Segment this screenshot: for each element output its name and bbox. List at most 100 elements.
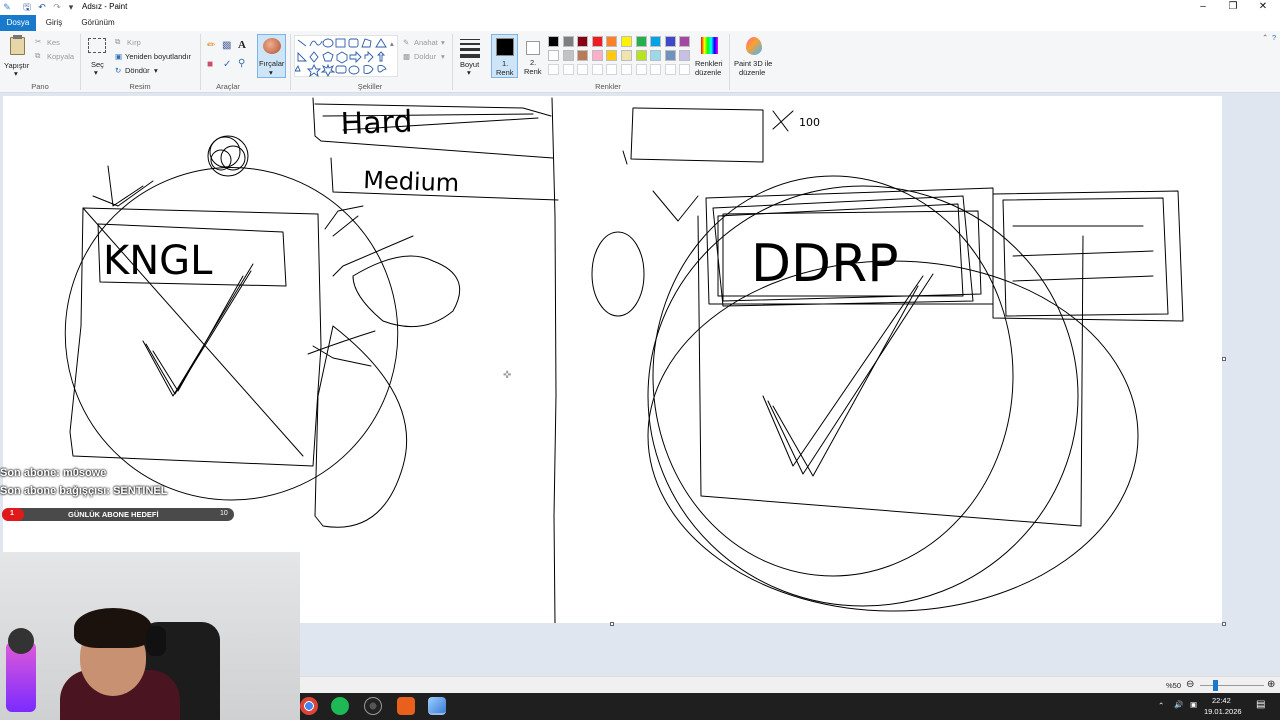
paint3d-button[interactable]: Paint 3D ile düzenle bbox=[732, 35, 776, 79]
fill-bucket-icon[interactable]: ▩ bbox=[222, 40, 231, 51]
text-icon[interactable]: A bbox=[238, 39, 246, 51]
volume-icon[interactable]: 🔊 bbox=[1174, 700, 1183, 709]
palette-swatch-row2-3[interactable] bbox=[577, 50, 589, 61]
palette-swatch-row2-5[interactable] bbox=[606, 50, 618, 61]
palette-swatch-row1-1[interactable] bbox=[548, 36, 559, 47]
palette-swatch-custom-10[interactable] bbox=[679, 64, 691, 75]
ribbon: Yapıştır ▾ ✂ Kes ⧉ Kopyala Pano Seç ▾ ⧉ … bbox=[0, 31, 1280, 93]
cut-button[interactable]: Kes bbox=[47, 38, 60, 47]
group-label-sekiller: Şekiller bbox=[357, 82, 383, 91]
palette-swatch-custom-3[interactable] bbox=[577, 64, 589, 75]
canvas-resize-handle-corner[interactable] bbox=[1222, 622, 1226, 626]
eraser-icon[interactable]: ■ bbox=[207, 59, 213, 70]
canvas-resize-handle-bottom[interactable] bbox=[610, 622, 614, 626]
tab-file[interactable]: Dosya bbox=[0, 15, 36, 31]
palette-swatch-row2-2[interactable] bbox=[562, 50, 574, 61]
zoom-slider[interactable] bbox=[1200, 685, 1264, 686]
zoom-out-icon[interactable]: ⊖ bbox=[1186, 679, 1194, 690]
palette-swatch-row2-1[interactable] bbox=[548, 50, 559, 61]
palette-swatch-row1-10[interactable] bbox=[679, 36, 691, 47]
palette-swatch-row2-7[interactable] bbox=[635, 50, 647, 61]
webcam-overlay bbox=[0, 552, 300, 720]
rotate-button[interactable]: Döndür bbox=[125, 66, 150, 75]
color1-button[interactable]: 1. Renk bbox=[491, 34, 518, 78]
crop-button[interactable]: Kırp bbox=[127, 38, 141, 47]
network-icon[interactable]: ▣ bbox=[1190, 700, 1197, 709]
palette-swatch-custom-2[interactable] bbox=[562, 64, 574, 75]
group-separator bbox=[200, 34, 201, 90]
palette-swatch-row2-9[interactable] bbox=[664, 50, 676, 61]
select-rectangle-icon bbox=[88, 38, 106, 53]
canvas-resize-handle-right[interactable] bbox=[1222, 357, 1226, 361]
palette-swatch-row2-10[interactable] bbox=[679, 50, 691, 61]
palette-swatch-custom-6[interactable] bbox=[621, 64, 632, 75]
palette-swatch-row1-5[interactable] bbox=[606, 36, 618, 47]
chrome-icon[interactable] bbox=[300, 697, 318, 715]
paint-taskbar-icon[interactable] bbox=[428, 697, 446, 715]
color2-label: Renk bbox=[524, 67, 542, 76]
clock-time[interactable]: 22:42 bbox=[1212, 696, 1231, 705]
tab-view[interactable]: Görünüm bbox=[74, 15, 122, 31]
copy-button[interactable]: Kopyala bbox=[47, 52, 74, 61]
edit-colors-label-b: düzenle bbox=[695, 68, 722, 77]
size-button[interactable]: Boyut ▾ bbox=[456, 35, 484, 79]
shapes-scroll-icon[interactable]: ▴ bbox=[390, 39, 394, 48]
canvas-text-ddrp: DDRP bbox=[751, 234, 899, 294]
palette-swatch-row2-6[interactable] bbox=[621, 50, 632, 61]
palette-swatch-custom-4[interactable] bbox=[591, 64, 603, 75]
tab-home[interactable]: Giriş bbox=[38, 15, 70, 31]
clock-date[interactable]: 19.01.2026 bbox=[1204, 707, 1242, 716]
obs-icon[interactable] bbox=[364, 697, 382, 715]
palette-swatch-custom-5[interactable] bbox=[606, 64, 618, 75]
fill-button[interactable]: Doldur bbox=[414, 52, 436, 61]
palette-swatch-row2-4[interactable] bbox=[591, 50, 603, 61]
group-label-resim: Resim bbox=[129, 82, 151, 91]
copy-icon: ⧉ bbox=[35, 51, 41, 60]
undo-icon[interactable]: ↶ bbox=[37, 2, 47, 12]
app-orange-icon[interactable] bbox=[397, 697, 415, 715]
brushes-label: Fırçalar bbox=[259, 59, 285, 68]
maximize-button[interactable]: ❐ bbox=[1218, 0, 1248, 14]
tray-chevron-icon[interactable]: ⌃ bbox=[1158, 701, 1164, 710]
canvas-text-hard: Hard bbox=[340, 105, 413, 142]
zoom-slider-thumb[interactable] bbox=[1213, 680, 1218, 691]
palette-swatch-row1-8[interactable] bbox=[650, 36, 662, 47]
palette-swatch-custom-7[interactable] bbox=[635, 64, 647, 75]
pencil-icon[interactable]: ✏ bbox=[207, 40, 215, 51]
spotify-icon[interactable] bbox=[331, 697, 349, 715]
edit-colors-button[interactable]: Renkleri düzenle bbox=[693, 35, 727, 79]
chevron-down-icon: ▾ bbox=[14, 69, 18, 78]
palette-swatch-custom-9[interactable] bbox=[664, 64, 676, 75]
magnifier-icon[interactable]: ⚲ bbox=[238, 58, 245, 69]
palette-swatch-row2-8[interactable] bbox=[650, 50, 662, 61]
palette-swatch-custom-1[interactable] bbox=[548, 64, 559, 75]
shapes-gallery[interactable] bbox=[294, 35, 398, 78]
color2-button[interactable]: 2. Renk bbox=[520, 34, 547, 78]
color1-swatch bbox=[496, 38, 514, 56]
palette-swatch-row1-2[interactable] bbox=[562, 36, 574, 47]
close-button[interactable]: ✕ bbox=[1248, 0, 1278, 14]
save-icon[interactable]: 🖫 bbox=[22, 2, 32, 12]
palette-swatch-row1-9[interactable] bbox=[664, 36, 676, 47]
palette-swatch-row1-3[interactable] bbox=[577, 36, 589, 47]
notifications-icon[interactable]: ▤ bbox=[1256, 699, 1265, 710]
palette-swatch-row1-7[interactable] bbox=[635, 36, 647, 47]
palette-swatch-custom-8[interactable] bbox=[650, 64, 662, 75]
color-picker-icon[interactable]: ✓ bbox=[223, 59, 231, 70]
brushes-button[interactable]: Fırçalar ▾ bbox=[257, 34, 286, 78]
select-button[interactable]: Seç ▾ bbox=[84, 35, 110, 77]
zoom-in-icon[interactable]: ⊕ bbox=[1267, 679, 1275, 690]
collapse-ribbon-icon[interactable]: ⌃ bbox=[1262, 33, 1268, 42]
customize-quick-access-icon[interactable]: ▾ bbox=[66, 2, 76, 12]
drawing-canvas[interactable]: Hard Medium KNGL DDRP 100 ✜ bbox=[3, 96, 1222, 624]
resize-button[interactable]: Yeniden boyutlandır bbox=[125, 52, 191, 61]
outline-button[interactable]: Anahat bbox=[414, 38, 438, 47]
help-icon[interactable]: ? bbox=[1272, 33, 1276, 42]
redo-icon[interactable]: ↷ bbox=[52, 2, 62, 12]
palette-swatch-row1-6[interactable] bbox=[621, 36, 632, 47]
paint-app-icon: ✎ bbox=[3, 2, 11, 12]
minimize-button[interactable]: – bbox=[1188, 0, 1218, 14]
person-hair bbox=[74, 608, 152, 648]
paste-button[interactable]: Yapıştır ▾ bbox=[4, 35, 30, 78]
palette-swatch-row1-4[interactable] bbox=[591, 36, 603, 47]
